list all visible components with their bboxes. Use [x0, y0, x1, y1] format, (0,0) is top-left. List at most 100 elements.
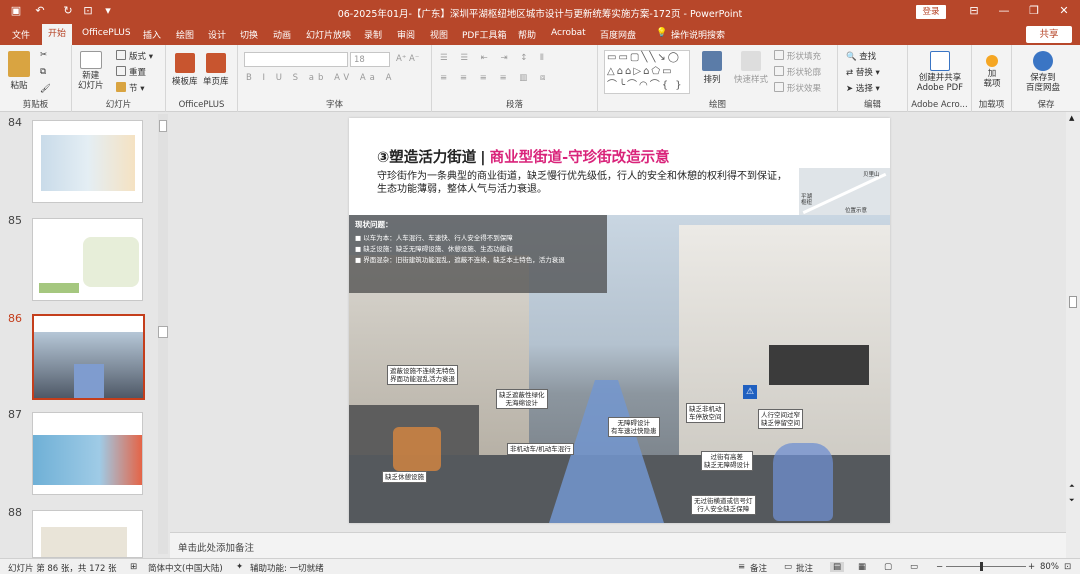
tab-review[interactable]: 审阅 [397, 28, 415, 41]
tab-design[interactable]: 设计 [208, 28, 226, 41]
notes-placeholder[interactable]: 单击此处添加备注 [178, 540, 254, 554]
tab-record[interactable]: 录制 [364, 28, 382, 41]
format-painter-icon[interactable]: 🖌 [40, 84, 51, 94]
font-size-box[interactable]: 18 [350, 52, 390, 67]
current-slide[interactable]: ③塑造活力街道 | 商业型街道-守珍街改造示意 守珍街作为一条典型的商业街道，缺乏慢… [349, 118, 890, 523]
tab-file[interactable]: 文件 [12, 28, 30, 41]
slide-thumbnail-85[interactable] [32, 218, 143, 301]
zoom-slider-thumb[interactable] [980, 562, 983, 571]
tab-slideshow[interactable]: 幻灯片放映 [306, 28, 351, 41]
street-photo[interactable]: ⚠ 现状问题： ■ 以车为本：人车混行、车速快、行人安全得不到保障 ■ 缺乏设施… [349, 215, 890, 523]
issues-panel[interactable]: 现状问题： ■ 以车为本：人车混行、车速快、行人安全得不到保障 ■ 缺乏设施：缺… [349, 215, 607, 293]
slide-thumbnail-88[interactable] [32, 510, 143, 558]
callout-label[interactable]: 遮蔽设施不连续无特色 界面功能混乱活力衰退 [387, 365, 458, 385]
tab-transitions[interactable]: 切换 [240, 28, 258, 41]
ribbon-display-icon[interactable]: ⊟ [966, 4, 982, 17]
list-buttons[interactable]: ☰ ☰ ⇤ ⇥ ↕ ⫴ [440, 53, 549, 63]
zoom-out-icon[interactable]: − [936, 562, 943, 572]
shape-fill-button[interactable]: 形状填充 [774, 50, 821, 62]
share-button[interactable]: 共享 [1026, 26, 1072, 43]
minimize-icon[interactable]: — [996, 4, 1012, 17]
font-format-buttons[interactable]: B I U S ab AV Aa A [246, 73, 395, 83]
spellcheck-icon[interactable]: ⊞ [130, 562, 137, 572]
language-indicator[interactable]: 简体中文(中国大陆) [148, 562, 223, 574]
shape-effects-button[interactable]: 形状效果 [774, 82, 821, 94]
layout-button[interactable]: 版式 ▾ [116, 50, 153, 62]
tab-baidu-netdisk[interactable]: 百度网盘 [600, 28, 636, 41]
slide-thumbnail-pane[interactable]: 84 85 86 87 88 [0, 112, 170, 558]
accessibility-status[interactable]: 辅助功能: 一切就绪 [250, 562, 324, 574]
zoom-in-icon[interactable]: + [1028, 562, 1035, 572]
vertical-scrollbar[interactable]: ▲ ⏶ ⏷ [1066, 112, 1080, 558]
callout-label[interactable]: 缺乏休憩设施 [382, 471, 427, 483]
select-button[interactable]: ➤ 选择 ▾ [846, 82, 880, 94]
comments-icon[interactable]: ▭ [784, 562, 792, 572]
save-to-baidu-button[interactable]: 保存到 百度网盘 [1018, 51, 1068, 93]
scroll-up-icon[interactable]: ▲ [1069, 114, 1074, 122]
slide-sorter-icon[interactable]: ▦ [858, 562, 866, 572]
fit-to-window-icon[interactable]: ⊡ [1064, 562, 1071, 572]
comments-toggle[interactable]: 批注 [796, 562, 813, 574]
normal-view-icon[interactable]: ▤ [830, 562, 845, 572]
align-buttons[interactable]: ≡ ≡ ≡ ≡ ▥ ⧈ [440, 73, 550, 83]
slide-title[interactable]: ③塑造活力街道 | 商业型街道-守珍街改造示意 [377, 146, 670, 167]
callout-label[interactable]: 非机动车/机动车混行 [507, 443, 574, 455]
shape-outline-button[interactable]: 形状轮廓 [774, 66, 821, 78]
notes-pane[interactable]: 单击此处添加备注 [170, 532, 1066, 558]
slide-thumbnail-86-selected[interactable] [32, 314, 145, 400]
zoom-slider[interactable] [946, 562, 1026, 571]
tab-draw[interactable]: 绘图 [176, 28, 194, 41]
zoom-level[interactable]: 80% [1040, 562, 1059, 572]
location-map[interactable]: 贝里山 平湖 枢纽 位置示意 [799, 168, 890, 215]
tab-insert[interactable]: 插入 [143, 28, 161, 41]
new-slide-button[interactable]: 新建 幻灯片 [78, 51, 104, 91]
quick-styles-button[interactable]: 快速样式 [734, 51, 768, 85]
callout-label[interactable]: 缺乏非机动 车停放空间 [686, 403, 725, 423]
slide-editor[interactable]: ③塑造活力街道 | 商业型街道-守珍街改造示意 守珍街作为一条典型的商业街道，缺乏慢… [170, 112, 1066, 532]
maximize-icon[interactable]: ❐ [1026, 4, 1042, 17]
login-button[interactable]: 登录 [916, 5, 946, 19]
callout-label[interactable]: 无过街横道或信号灯 行人安全缺乏保障 [691, 495, 756, 515]
find-button[interactable]: 🔍 查找 [846, 50, 876, 62]
tab-animations[interactable]: 动画 [273, 28, 291, 41]
replace-button[interactable]: ⇄ 替换 ▾ [846, 66, 880, 78]
scroll-thumb[interactable] [1069, 296, 1077, 308]
tab-help[interactable]: 帮助 [518, 28, 536, 41]
notes-icon[interactable]: ≡ [738, 562, 745, 572]
tab-officeplus[interactable]: OfficePLUS [82, 28, 131, 38]
reading-view-icon[interactable]: ▢ [884, 562, 892, 572]
template-library-button[interactable]: 模板库 [172, 53, 198, 87]
tab-view[interactable]: 视图 [430, 28, 448, 41]
notes-toggle[interactable]: 备注 [750, 562, 767, 574]
callout-label[interactable]: 缺乏遮蔽性绿化 无海绵设计 [496, 389, 548, 409]
close-icon[interactable]: ✕ [1056, 4, 1072, 17]
tab-pdf-toolbox[interactable]: PDF工具箱 [462, 28, 507, 41]
cut-icon[interactable]: ✂ [40, 50, 47, 60]
scroll-handle[interactable] [158, 326, 168, 338]
paste-button[interactable]: 粘贴 [8, 51, 30, 91]
slide-body-text[interactable]: 守珍街作为一条典型的商业街道，缺乏慢行优先级低，行人的安全和休憩的权利得不到保证… [377, 170, 791, 196]
slide-thumbnail-84[interactable] [32, 120, 143, 203]
shapes-gallery[interactable]: ▭▭▢╲╲↘◯ △⌂⌂▷⌂⬠▭ ⌒╰⌒◠⌒{ } [604, 50, 690, 94]
section-button[interactable]: 节 ▾ [116, 82, 144, 94]
slideshow-view-icon[interactable]: ▭ [910, 562, 918, 572]
prev-slide-icon[interactable]: ⏶ [1069, 482, 1075, 491]
create-adobe-pdf-button[interactable]: 创建并共享 Adobe PDF [912, 51, 968, 93]
font-grow-icon[interactable]: A⁺ A⁻ [396, 54, 419, 64]
callout-label[interactable]: 过街有高差 缺乏无障碍设计 [701, 451, 753, 471]
font-name-box[interactable] [244, 52, 348, 67]
addins-button[interactable]: 加 载项 [978, 51, 1006, 89]
slide-thumbnail-87[interactable] [32, 412, 143, 495]
copy-icon[interactable]: ⧉ [40, 67, 46, 77]
next-slide-icon[interactable]: ⏷ [1069, 496, 1075, 505]
arrange-button[interactable]: 排列 [702, 51, 722, 85]
accessibility-icon[interactable]: ✦ [236, 562, 243, 572]
tab-acrobat[interactable]: Acrobat [551, 28, 586, 38]
tell-me-search[interactable]: 操作说明搜索 [671, 28, 725, 41]
single-page-library-button[interactable]: 单页库 [203, 53, 229, 87]
tab-home[interactable]: 开始 [42, 24, 73, 45]
reset-button[interactable]: 重置 [116, 66, 146, 78]
scroll-thumb[interactable] [159, 120, 167, 132]
callout-label[interactable]: 无障碍设计 有车速过快隐患 [608, 417, 660, 437]
callout-label[interactable]: 人行空间过窄 缺乏停留空间 [758, 409, 803, 429]
